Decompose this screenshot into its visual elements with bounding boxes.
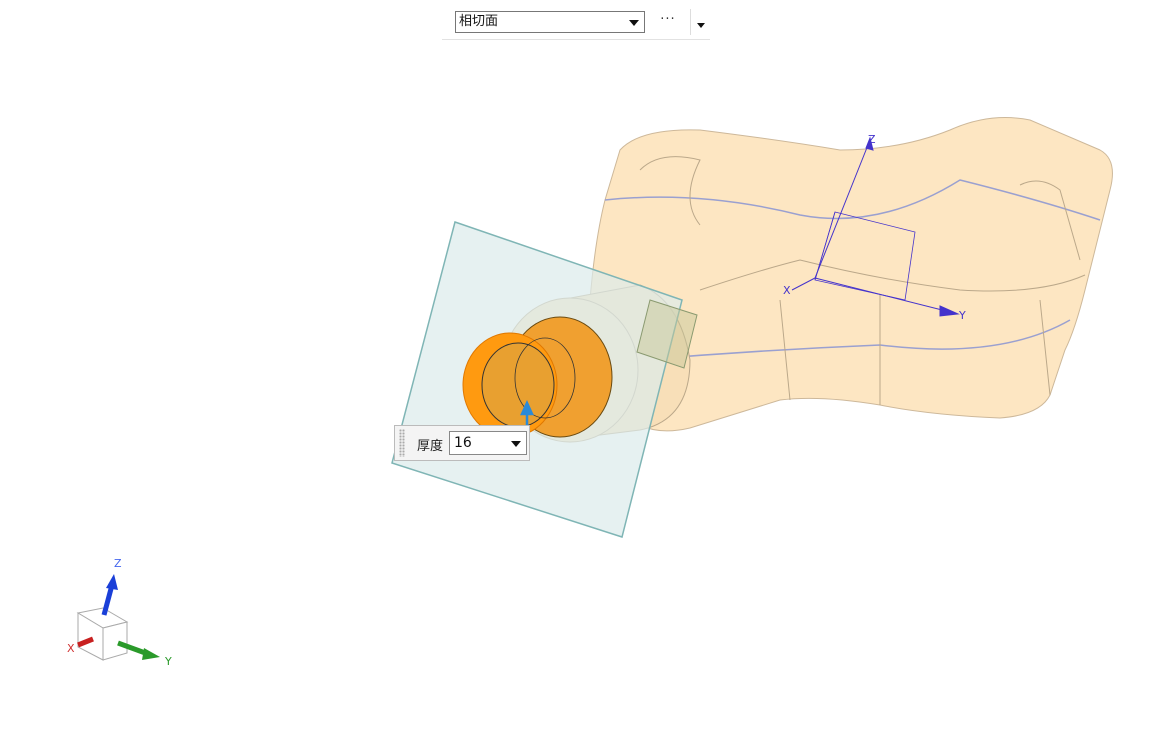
triad-y-label: Y bbox=[165, 655, 172, 668]
more-options-button[interactable]: ··· bbox=[657, 11, 679, 33]
section-toolbar: 相切面 ··· bbox=[442, 7, 710, 40]
chevron-down-icon bbox=[697, 23, 705, 28]
3d-viewport[interactable] bbox=[0, 0, 1153, 738]
drag-handle[interactable] bbox=[399, 429, 405, 457]
section-type-value: 相切面 bbox=[459, 14, 499, 29]
model-axis-z-label: Z bbox=[868, 133, 876, 146]
view-triad[interactable] bbox=[76, 574, 160, 661]
model-axis-y-label: Y bbox=[959, 309, 966, 322]
toolbar-expand-button[interactable] bbox=[694, 15, 708, 33]
triad-z-label: Z bbox=[114, 557, 122, 570]
thickness-combo[interactable]: 16 bbox=[449, 431, 527, 455]
thickness-panel: 厚度 16 bbox=[394, 425, 530, 461]
section-type-dropdown[interactable]: 相切面 bbox=[455, 11, 645, 33]
toolbar-divider bbox=[690, 9, 691, 35]
chevron-down-icon bbox=[511, 441, 521, 447]
chevron-down-icon bbox=[629, 20, 639, 26]
thickness-label: 厚度 bbox=[417, 439, 444, 454]
model-axis-x-label: X bbox=[783, 284, 791, 297]
triad-x-label: X bbox=[67, 642, 75, 655]
thickness-value: 16 bbox=[454, 435, 472, 451]
